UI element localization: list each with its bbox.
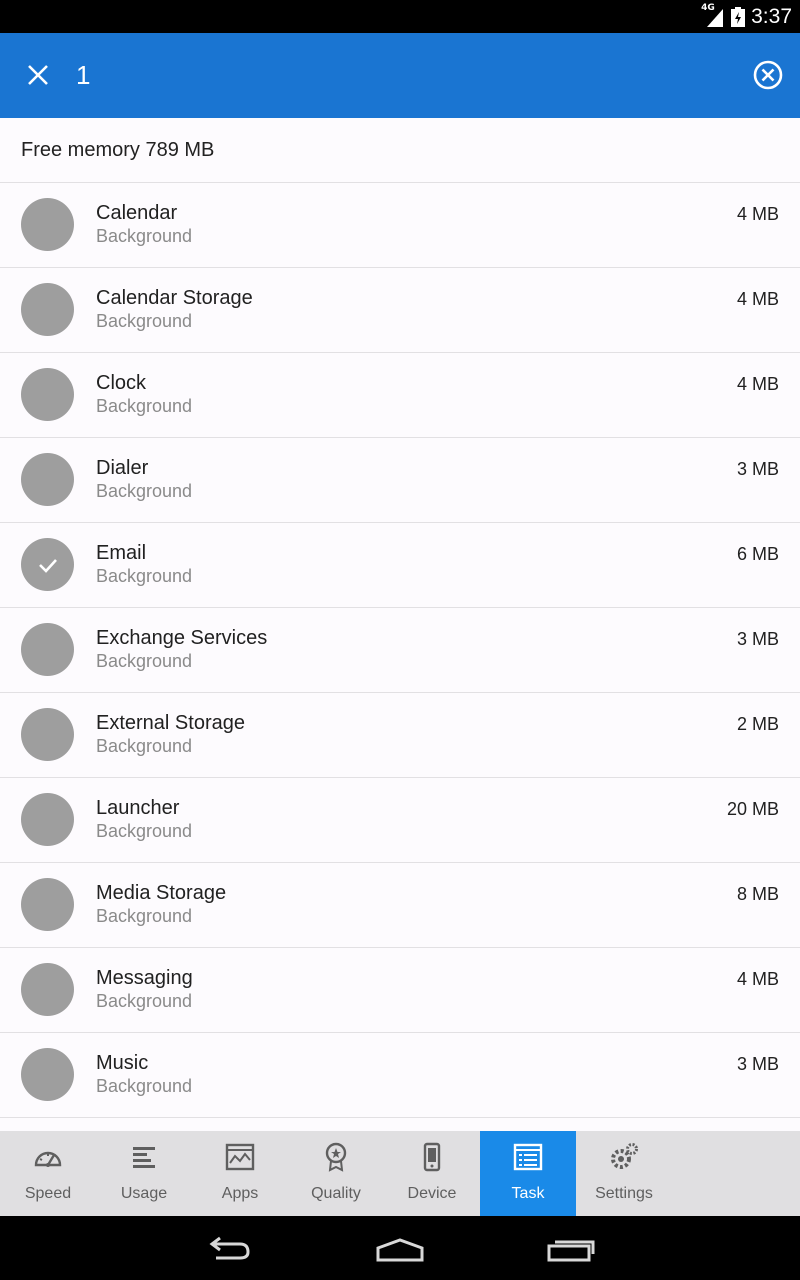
task-status: Background — [96, 311, 193, 331]
task-status: Background — [96, 736, 193, 756]
task-status: Background — [96, 1076, 193, 1096]
task-avatar[interactable] — [21, 708, 74, 761]
tab-label: Usage — [120, 1185, 168, 1202]
usage-bars-icon — [133, 1147, 155, 1168]
task-avatar[interactable] — [21, 963, 74, 1016]
close-selection-button[interactable] — [18, 55, 58, 95]
task-row[interactable]: Dialer Background 3 MB — [0, 438, 800, 523]
home-icon[interactable] — [370, 1232, 430, 1266]
tab-label: Device — [407, 1185, 457, 1202]
task-status: Background — [96, 396, 193, 416]
close-icon — [28, 65, 48, 85]
tab-settings[interactable]: Settings — [576, 1131, 672, 1216]
task-name: Dialer — [96, 457, 149, 479]
back-icon[interactable] — [200, 1232, 260, 1266]
task-status: Background — [96, 906, 193, 926]
task-status: Background — [96, 226, 193, 246]
recent-apps-icon[interactable] — [541, 1232, 601, 1266]
task-name: External Storage — [96, 712, 245, 734]
status-bar: 4G 3:37 — [0, 0, 800, 33]
task-memory-size: 8 MB — [736, 884, 779, 904]
task-status: Background — [96, 566, 193, 586]
task-row[interactable]: Exchange Services Background 3 MB — [0, 608, 800, 693]
task-name: Messaging — [96, 967, 193, 989]
tab-label: Task — [511, 1185, 545, 1202]
task-memory-size: 4 MB — [736, 289, 779, 309]
tab-apps[interactable]: Apps — [192, 1131, 288, 1216]
task-row[interactable]: Email Background 6 MB — [0, 523, 800, 608]
task-memory-size: 4 MB — [736, 374, 779, 394]
task-row[interactable]: Messaging Background 4 MB — [0, 948, 800, 1033]
task-list: Calendar Background 4 MB Calendar Storage Ba… — [0, 183, 800, 1118]
task-name: Email — [96, 542, 147, 564]
tab-speed[interactable]: Speed — [0, 1131, 96, 1216]
task-memory-size: 4 MB — [736, 204, 779, 224]
task-memory-size: 3 MB — [736, 459, 779, 479]
task-list-icon — [513, 1143, 543, 1171]
task-status: Background — [96, 651, 193, 671]
task-status: Background — [96, 991, 193, 1011]
task-selected-avatar[interactable] — [21, 538, 74, 591]
signal-icon: 4G — [701, 3, 725, 27]
task-name: Clock — [96, 372, 147, 394]
task-row[interactable]: Music Background 3 MB — [0, 1033, 800, 1118]
task-row[interactable]: Clock Background 4 MB — [0, 353, 800, 438]
task-memory-size: 20 MB — [726, 799, 779, 819]
tab-label: Settings — [595, 1185, 653, 1202]
task-row[interactable]: Calendar Storage Background 4 MB — [0, 268, 800, 353]
task-avatar[interactable] — [21, 453, 74, 506]
task-avatar[interactable] — [21, 368, 74, 421]
task-name: Calendar — [96, 202, 178, 224]
task-row[interactable]: Launcher Background 20 MB — [0, 778, 800, 863]
task-memory-size: 3 MB — [736, 629, 779, 649]
tab-task[interactable]: Task — [480, 1131, 576, 1216]
task-memory-size: 6 MB — [736, 544, 779, 564]
task-avatar[interactable] — [21, 623, 74, 676]
task-memory-size: 3 MB — [736, 1054, 779, 1074]
tab-label: Quality — [311, 1185, 361, 1202]
task-status: Background — [96, 821, 193, 841]
task-avatar[interactable] — [21, 198, 74, 251]
bottom-tab-bar: Speed Usage Apps Quality Device Task Settings — [0, 1131, 800, 1216]
task-name: Launcher — [96, 797, 180, 819]
system-nav-bar — [0, 1216, 800, 1280]
speedometer-icon — [34, 1151, 62, 1167]
task-name: Calendar Storage — [96, 287, 253, 309]
action-bar: 1 — [0, 33, 800, 118]
task-row[interactable]: Calendar Background 4 MB — [0, 183, 800, 268]
clear-circle-icon[interactable] — [750, 57, 786, 93]
task-memory-size: 4 MB — [736, 969, 779, 989]
task-avatar[interactable] — [21, 283, 74, 336]
task-name: Media Storage — [96, 882, 227, 904]
settings-gears-icon — [611, 1143, 638, 1169]
task-avatar[interactable] — [21, 1048, 74, 1101]
battery-icon — [731, 6, 746, 27]
apps-chart-icon — [225, 1143, 255, 1171]
task-row[interactable]: Media Storage Background 8 MB — [0, 863, 800, 948]
quality-badge-icon — [325, 1142, 347, 1172]
check-icon — [38, 558, 57, 573]
tab-usage[interactable]: Usage — [96, 1131, 192, 1216]
task-status: Background — [96, 481, 193, 501]
network-type: 4G — [701, 2, 715, 13]
device-phone-icon — [423, 1142, 441, 1172]
status-time: 3:37 — [751, 4, 792, 28]
task-avatar[interactable] — [21, 793, 74, 846]
task-row[interactable]: External Storage Background 2 MB — [0, 693, 800, 778]
tab-label: Speed — [24, 1185, 72, 1202]
tab-device[interactable]: Device — [384, 1131, 480, 1216]
task-memory-size: 2 MB — [736, 714, 779, 734]
tab-label: Apps — [221, 1185, 259, 1202]
selected-count: 1 — [76, 60, 91, 90]
tab-quality[interactable]: Quality — [288, 1131, 384, 1216]
task-name: Music — [96, 1052, 149, 1074]
free-memory-label: Free memory 789 MB — [0, 118, 800, 183]
task-name: Exchange Services — [96, 627, 268, 649]
task-avatar[interactable] — [21, 878, 74, 931]
